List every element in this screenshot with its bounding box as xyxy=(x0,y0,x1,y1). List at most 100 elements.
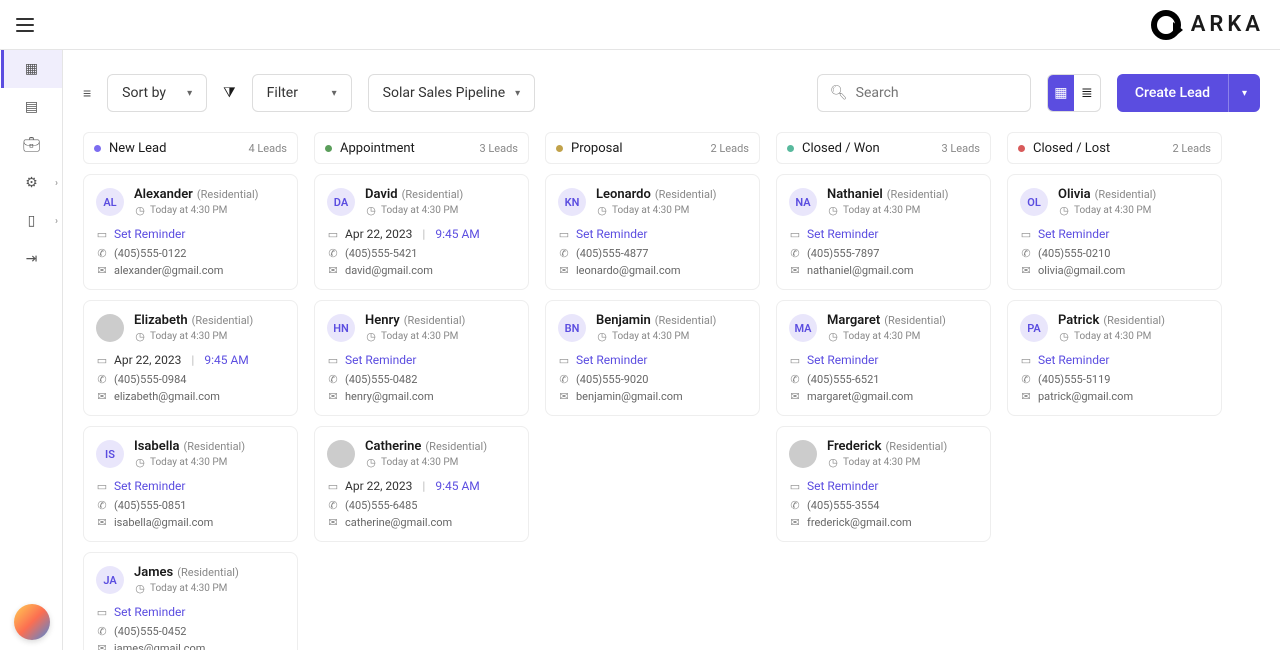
nav-briefcase[interactable]: 💼︎ xyxy=(1,126,62,164)
lead-phone: ✆(405)555-0482 xyxy=(327,373,516,386)
clock-icon: ◷ xyxy=(1058,330,1070,343)
calendar-icon: ▭ xyxy=(327,354,339,367)
lead-avatar: BN xyxy=(558,314,586,342)
search-box[interactable]: 🔍︎ xyxy=(817,74,1031,112)
calendar-icon: ▭ xyxy=(789,228,801,241)
calendar-icon: ▭ xyxy=(1020,228,1032,241)
filter-icon[interactable]: ⧩ xyxy=(223,85,236,101)
reminder-set[interactable]: ▭Apr 22, 2023|9:45 AM xyxy=(327,479,516,493)
set-reminder-link[interactable]: ▭Set Reminder xyxy=(96,605,285,619)
calendar-icon: ▭ xyxy=(96,480,108,493)
column-header: Appointment 3 Leads xyxy=(314,132,529,164)
lead-avatar: AL xyxy=(96,188,124,216)
lead-card[interactable]: NA Nathaniel(Residential) ◷Today at 4:30… xyxy=(776,174,991,290)
set-reminder-link[interactable]: ▭Set Reminder xyxy=(789,353,978,367)
status-dot-icon xyxy=(325,145,332,152)
lead-phone: ✆(405)555-6485 xyxy=(327,499,516,512)
user-avatar[interactable] xyxy=(14,604,50,640)
lead-name: Olivia(Residential) xyxy=(1058,187,1209,202)
lead-card[interactable]: KN Leonardo(Residential) ◷Today at 4:30 … xyxy=(545,174,760,290)
phone-icon: ✆ xyxy=(96,247,108,260)
lead-email: ✉︎margaret@gmail.com xyxy=(789,390,978,403)
lead-card[interactable]: MA Margaret(Residential) ◷Today at 4:30 … xyxy=(776,300,991,416)
lead-avatar: DA xyxy=(327,188,355,216)
calendar-icon: ▭ xyxy=(327,228,339,241)
nav-export[interactable]: ⇥ xyxy=(1,240,62,278)
nav-settings[interactable]: ⚙︎› xyxy=(1,164,62,202)
sort-by-select[interactable]: Sort by ▾ xyxy=(107,74,207,112)
chevron-down-icon: ▾ xyxy=(332,88,337,99)
phone-icon: ✆ xyxy=(1020,247,1032,260)
filter-select[interactable]: Filter ▾ xyxy=(252,74,352,112)
lead-phone: ✆(405)555-5421 xyxy=(327,247,516,260)
lead-card[interactable]: Elizabeth(Residential) ◷Today at 4:30 PM… xyxy=(83,300,298,416)
set-reminder-link[interactable]: ▭Set Reminder xyxy=(558,227,747,241)
lead-phone: ✆(405)555-5119 xyxy=(1020,373,1209,386)
sort-icon[interactable]: ≡ xyxy=(83,85,91,102)
nav-grid[interactable]: ▤ xyxy=(1,88,62,126)
column-header: Proposal 2 Leads xyxy=(545,132,760,164)
status-dot-icon xyxy=(787,145,794,152)
set-reminder-link[interactable]: ▭Set Reminder xyxy=(1020,353,1209,367)
mail-icon: ✉︎ xyxy=(327,264,339,277)
lead-card[interactable]: JA James(Residential) ◷Today at 4:30 PM … xyxy=(83,552,298,650)
column-count: 3 Leads xyxy=(479,142,518,155)
set-reminder-link[interactable]: ▭Set Reminder xyxy=(558,353,747,367)
status-dot-icon xyxy=(556,145,563,152)
briefcase-icon: 💼︎ xyxy=(23,137,41,153)
lead-card[interactable]: HN Henry(Residential) ◷Today at 4:30 PM … xyxy=(314,300,529,416)
set-reminder-link[interactable]: ▭Set Reminder xyxy=(327,353,516,367)
column-title: New Lead xyxy=(109,141,240,156)
lead-card[interactable]: DA David(Residential) ◷Today at 4:30 PM … xyxy=(314,174,529,290)
brand-text: ARKA xyxy=(1191,12,1264,37)
lead-card[interactable]: AL Alexander(Residential) ◷Today at 4:30… xyxy=(83,174,298,290)
create-lead-button[interactable]: Create Lead xyxy=(1117,74,1228,112)
lead-avatar: MA xyxy=(789,314,817,342)
lead-card[interactable]: OL Olivia(Residential) ◷Today at 4:30 PM… xyxy=(1007,174,1222,290)
reminder-set[interactable]: ▭Apr 22, 2023|9:45 AM xyxy=(96,353,285,367)
create-lead-more-button[interactable]: ▾ xyxy=(1228,74,1260,112)
set-reminder-link[interactable]: ▭Set Reminder xyxy=(96,227,285,241)
clock-icon: ◷ xyxy=(134,204,146,217)
phone-icon: ✆ xyxy=(789,499,801,512)
nav-documents[interactable]: ▯› xyxy=(1,202,62,240)
lead-name: Isabella(Residential) xyxy=(134,439,285,454)
column-count: 3 Leads xyxy=(941,142,980,155)
lead-card[interactable]: IS Isabella(Residential) ◷Today at 4:30 … xyxy=(83,426,298,542)
pipeline-label: Solar Sales Pipeline xyxy=(383,85,505,101)
phone-icon: ✆ xyxy=(789,247,801,260)
view-board-button[interactable]: ▦ xyxy=(1048,75,1074,111)
lead-phone: ✆(405)555-0122 xyxy=(96,247,285,260)
column-title: Closed / Lost xyxy=(1033,141,1164,156)
set-reminder-link[interactable]: ▭Set Reminder xyxy=(96,479,285,493)
menu-toggle[interactable] xyxy=(16,18,34,32)
lead-timestamp: ◷Today at 4:30 PM xyxy=(134,582,285,595)
status-dot-icon xyxy=(94,145,101,152)
pipeline-select[interactable]: Solar Sales Pipeline ▾ xyxy=(368,74,536,112)
lead-name: Leonardo(Residential) xyxy=(596,187,747,202)
lead-card[interactable]: BN Benjamin(Residential) ◷Today at 4:30 … xyxy=(545,300,760,416)
set-reminder-link[interactable]: ▭Set Reminder xyxy=(1020,227,1209,241)
mail-icon: ✉︎ xyxy=(1020,264,1032,277)
clock-icon: ◷ xyxy=(365,204,377,217)
lead-card[interactable]: Catherine(Residential) ◷Today at 4:30 PM… xyxy=(314,426,529,542)
column-header: Closed / Lost 2 Leads xyxy=(1007,132,1222,164)
board-icon: ▦ xyxy=(1054,85,1067,101)
clock-icon: ◷ xyxy=(134,456,146,469)
lead-avatar: NA xyxy=(789,188,817,216)
set-reminder-link[interactable]: ▭Set Reminder xyxy=(789,479,978,493)
lead-name: Benjamin(Residential) xyxy=(596,313,747,328)
calendar-icon: ▭ xyxy=(558,228,570,241)
search-input[interactable] xyxy=(856,85,1034,101)
clock-icon: ◷ xyxy=(1058,204,1070,217)
set-reminder-link[interactable]: ▭Set Reminder xyxy=(789,227,978,241)
nav-dashboard[interactable]: ▦ xyxy=(1,50,62,88)
view-list-button[interactable]: ≣ xyxy=(1074,75,1100,111)
column-title: Closed / Won xyxy=(802,141,933,156)
lead-card[interactable]: Frederick(Residential) ◷Today at 4:30 PM… xyxy=(776,426,991,542)
mail-icon: ✉︎ xyxy=(327,390,339,403)
lead-card[interactable]: PA Patrick(Residential) ◷Today at 4:30 P… xyxy=(1007,300,1222,416)
reminder-set[interactable]: ▭Apr 22, 2023|9:45 AM xyxy=(327,227,516,241)
lead-timestamp: ◷Today at 4:30 PM xyxy=(134,456,285,469)
lead-timestamp: ◷Today at 4:30 PM xyxy=(827,204,978,217)
